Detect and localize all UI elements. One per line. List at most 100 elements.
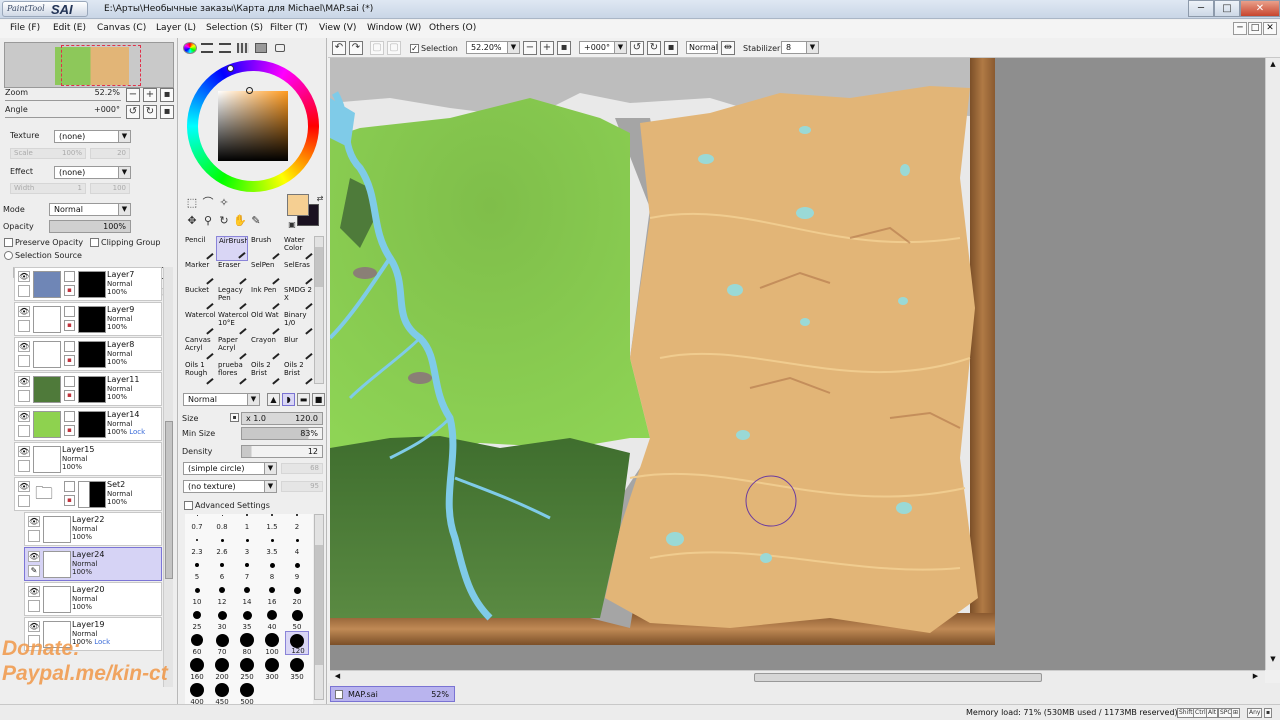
color-wheel-tab-icon[interactable] <box>183 42 197 54</box>
brush-size-preset[interactable]: 7 <box>235 556 259 581</box>
undo-icon[interactable]: ↶ <box>332 41 346 55</box>
hsv-slider-tab-icon[interactable] <box>219 43 231 53</box>
menu-file[interactable]: File (F) <box>10 23 40 33</box>
tool-oils-1-20[interactable]: Oils 1 Rough <box>183 361 215 386</box>
brush-size-preset[interactable]: 50 <box>285 606 309 631</box>
brush-size-preset[interactable]: 6 <box>210 556 234 581</box>
brush-blend-mode-select[interactable]: Normal ▼ <box>183 393 260 406</box>
tool-oils-2-23[interactable]: Oils 2 Brist <box>282 361 314 386</box>
layer-lock-toggle[interactable] <box>28 530 40 542</box>
tool-airbrush-1[interactable]: AirBrush <box>216 236 248 261</box>
navigator-viewport-frame[interactable] <box>61 45 141 86</box>
sv-picker-handle[interactable] <box>246 87 253 94</box>
swatches-tab-icon[interactable] <box>237 43 249 53</box>
brush-size-preset[interactable]: 3 <box>235 531 259 556</box>
color-wheel[interactable] <box>187 60 319 192</box>
size-presets-scroll-thumb[interactable] <box>315 545 323 665</box>
layer-list-scroll-thumb[interactable] <box>165 421 173 579</box>
selection-source-radio[interactable] <box>4 251 13 260</box>
layer-mask-thumbnail[interactable] <box>78 306 106 333</box>
layer-lock-toggle[interactable] <box>18 285 30 297</box>
layer-row-selected[interactable]: 👁 ✎ Layer24 Normal 100% <box>24 547 162 581</box>
layer-clip-toggle[interactable] <box>64 376 75 387</box>
tool-canvas-16[interactable]: Canvas Acryl <box>183 336 215 361</box>
layer-row[interactable]: 👁 Layer20 Normal 100% <box>24 582 162 616</box>
brush-size-preset[interactable]: 16 <box>260 581 284 606</box>
brush-size-preset[interactable]: 3.5 <box>260 531 284 556</box>
layer-row[interactable]: 👁 ▪ Layer9 Normal 100% <box>14 302 162 336</box>
brush-size-preset[interactable]: 450 <box>210 681 234 704</box>
tool-prueba-21[interactable]: prueba flores <box>216 361 248 386</box>
menu-edit[interactable]: Edit (E) <box>53 23 86 33</box>
navigator-preview[interactable] <box>4 42 174 88</box>
tool-crayon-18[interactable]: Crayon <box>249 336 281 361</box>
brush-size-preset[interactable]: 350 <box>285 656 309 681</box>
scratchpad-tab-icon[interactable] <box>255 43 267 53</box>
zoom-reset-button[interactable]: ▪ <box>160 88 174 102</box>
redo-icon[interactable]: ↷ <box>349 41 363 55</box>
clipping-group-checkbox[interactable] <box>90 238 99 247</box>
layer-clip-toggle[interactable] <box>64 481 75 492</box>
canvas-viewport[interactable] <box>330 58 1265 670</box>
layer-mask-thumbnail[interactable] <box>78 481 106 508</box>
folder-icon[interactable]: 🗀 <box>35 484 53 504</box>
brush-size-preset[interactable]: 5 <box>185 556 209 581</box>
eye-icon[interactable]: 👁 <box>28 516 40 527</box>
tool-watercol-12[interactable]: Watercol <box>183 311 215 336</box>
brush-shape-tip-4-icon[interactable]: ■ <box>312 393 325 406</box>
tool-oils-2-22[interactable]: Oils 2 Brist <box>249 361 281 386</box>
tool-old-wat-14[interactable]: Old Wat <box>249 311 281 336</box>
mdi-close-button[interactable]: ✕ <box>1263 22 1277 35</box>
layer-lock-toggle[interactable] <box>28 600 40 612</box>
tool-legacy-9[interactable]: Legacy Pen <box>216 286 248 311</box>
tool-grid-scrollbar[interactable] <box>314 236 324 384</box>
layer-clip-toggle[interactable] <box>64 271 75 282</box>
menu-view[interactable]: View (V) <box>319 23 356 33</box>
tool-binary-15[interactable]: Binary 1/0 <box>282 311 314 336</box>
rotate-left-button[interactable]: ↺ <box>126 105 140 119</box>
tool-eraser-5[interactable]: Eraser <box>216 261 248 286</box>
brush-edit-icon[interactable]: ✎ <box>28 565 40 577</box>
brush-size-preset[interactable]: 80 <box>235 631 259 656</box>
scroll-left-icon[interactable]: ◀ <box>332 672 343 683</box>
canvas-horizontal-scrollbar[interactable]: ◀ ▶ <box>330 670 1265 683</box>
canvas-zoom-in-button[interactable]: + <box>540 41 554 55</box>
brush-size-preset[interactable]: 60 <box>185 631 209 656</box>
brush-size-preset[interactable]: 0.7 <box>185 514 209 531</box>
layer-link-icon[interactable]: ▪ <box>64 285 75 296</box>
layer-lock-toggle[interactable] <box>18 460 30 472</box>
tool-smdg-2-11[interactable]: SMDG 2X <box>282 286 314 311</box>
layer-opacity-slider[interactable]: 100% <box>49 220 131 233</box>
eye-icon[interactable]: 👁 <box>18 411 30 422</box>
transparent-color-icon[interactable]: ▣ <box>285 218 299 232</box>
brush-size-preset[interactable]: 120 <box>285 631 309 655</box>
brush-size-preset[interactable]: 300 <box>260 656 284 681</box>
view-blend-mode[interactable]: Normal <box>686 41 718 54</box>
eye-icon[interactable]: 👁 <box>18 306 30 317</box>
brush-size-preset[interactable]: 12 <box>210 581 234 606</box>
rotate-icon[interactable]: ↻ <box>217 214 231 228</box>
foreground-color-swatch[interactable] <box>287 194 309 216</box>
layer-row[interactable]: 👁 ▪ Layer11 Normal 100% <box>14 372 162 406</box>
layer-clip-toggle[interactable] <box>64 411 75 422</box>
rotate-right-button[interactable]: ↻ <box>143 105 157 119</box>
brush-size-preset[interactable]: 160 <box>185 656 209 681</box>
brush-size-preset[interactable]: 1 <box>235 514 259 531</box>
menu-canvas[interactable]: Canvas (C) <box>97 23 146 33</box>
canvas-zoom-out-button[interactable]: − <box>523 41 537 55</box>
eye-icon[interactable]: 👁 <box>18 481 30 492</box>
canvas-rotate-right-button[interactable]: ↻ <box>647 41 661 55</box>
layer-lock-toggle[interactable] <box>18 390 30 402</box>
brush-size-preset[interactable]: 25 <box>185 606 209 631</box>
tool-grid-scroll-thumb[interactable] <box>315 247 323 287</box>
tool-brush-2[interactable]: Brush <box>249 236 281 261</box>
eye-icon[interactable]: 👁 <box>28 586 40 597</box>
brush-size-preset[interactable]: 2.6 <box>210 531 234 556</box>
hand-icon[interactable]: ✋ <box>233 214 247 228</box>
brush-size-preset[interactable]: 400 <box>185 681 209 704</box>
brush-size-preset[interactable]: 35 <box>235 606 259 631</box>
brush-size-preset[interactable]: 0.8 <box>210 514 234 531</box>
tool-marker-4[interactable]: Marker <box>183 261 215 286</box>
size-lock-icon[interactable]: ▪ <box>230 413 239 422</box>
menu-selection[interactable]: Selection (S) <box>206 23 263 33</box>
